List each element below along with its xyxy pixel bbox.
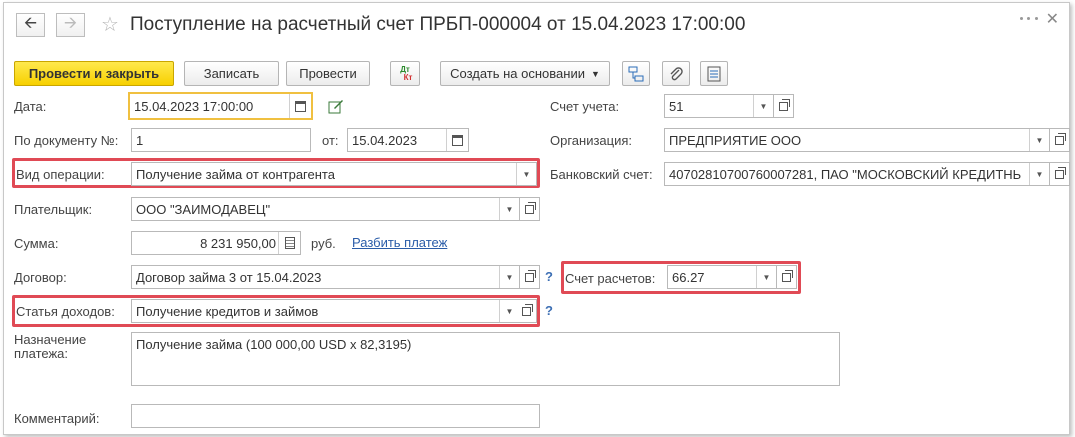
- bank-account-open-button[interactable]: [1050, 162, 1070, 186]
- date-input[interactable]: 15.04.2023 17:00:00: [128, 92, 313, 120]
- chevron-down-icon[interactable]: ▼: [499, 266, 519, 288]
- date-label: Дата:: [14, 99, 47, 114]
- chevron-down-icon[interactable]: ▼: [1029, 129, 1049, 151]
- open-icon: [779, 98, 790, 111]
- account-select[interactable]: 51 ▼: [664, 94, 774, 118]
- comment-label: Комментарий:: [14, 411, 100, 426]
- open-icon: [1055, 132, 1066, 145]
- settlement-account-open-button[interactable]: [777, 265, 797, 289]
- close-icon[interactable]: ✕: [1046, 9, 1059, 29]
- currency-label: руб.: [311, 236, 336, 251]
- purpose-textarea[interactable]: Получение займа (100 000,00 USD x 82,319…: [131, 332, 840, 386]
- account-label: Счет учета:: [550, 99, 620, 114]
- chevron-down-icon[interactable]: ▼: [499, 300, 519, 322]
- chevron-down-icon[interactable]: ▼: [499, 198, 519, 220]
- purpose-label: Назначение платежа:: [14, 332, 87, 361]
- payer-open-button[interactable]: [520, 197, 540, 221]
- calendar-icon: [295, 100, 306, 112]
- chevron-down-icon[interactable]: ▼: [756, 266, 776, 288]
- window-title: Поступление на расчетный счет ПРБП-00000…: [130, 14, 746, 35]
- bank-account-label: Банковский счет:: [550, 167, 653, 182]
- income-item-label: Статья доходов:: [16, 304, 115, 319]
- payer-label: Плательщик:: [14, 202, 93, 217]
- back-button[interactable]: 🡨: [16, 13, 45, 37]
- forward-button[interactable]: 🡪: [56, 13, 85, 37]
- amount-input[interactable]: 8 231 950,00: [131, 231, 301, 255]
- open-icon: [1055, 166, 1066, 179]
- structure-button[interactable]: [622, 61, 650, 86]
- doc-number-label: По документу №:: [14, 133, 119, 148]
- comment-input[interactable]: [131, 404, 540, 428]
- star-icon[interactable]: ☆: [101, 12, 119, 37]
- edit-number-icon[interactable]: [328, 99, 344, 115]
- calendar-button[interactable]: [289, 94, 311, 118]
- post-button[interactable]: Провести: [286, 61, 370, 86]
- report-icon: [707, 66, 721, 81]
- settlement-account-label: Счет расчетов:: [565, 271, 656, 286]
- doc-date-input[interactable]: 15.04.2023: [347, 128, 469, 152]
- split-payment-link[interactable]: Разбить платеж: [352, 235, 447, 250]
- operation-select[interactable]: Получение займа от контрагента ▼: [131, 162, 537, 186]
- arrow-right-icon: 🡪: [64, 14, 77, 32]
- account-open-button[interactable]: [774, 94, 794, 118]
- doc-date-label: от:: [322, 133, 339, 148]
- report-button[interactable]: [700, 61, 728, 86]
- calendar-button[interactable]: [446, 129, 468, 151]
- dt-kt-button[interactable]: Дт Кт: [390, 61, 420, 86]
- org-open-button[interactable]: [1050, 128, 1070, 152]
- paperclip-icon: [670, 66, 683, 80]
- chevron-down-icon[interactable]: ▼: [753, 95, 773, 117]
- payer-select[interactable]: ООО "ЗАИМОДАВЕЦ" ▼: [131, 197, 520, 221]
- open-icon: [525, 269, 536, 282]
- income-item-select[interactable]: Получение кредитов и займов ▼: [131, 299, 520, 323]
- create-based-on-button[interactable]: Создать на основании ▼: [440, 61, 610, 86]
- window-controls: ✕: [1019, 9, 1059, 29]
- attach-button[interactable]: [662, 61, 690, 86]
- open-icon: [782, 269, 793, 282]
- calculator-button[interactable]: [278, 232, 300, 254]
- more-icon[interactable]: [1019, 16, 1038, 22]
- doc-number-input[interactable]: 1: [131, 128, 311, 152]
- post-and-close-button[interactable]: Провести и закрыть: [14, 61, 174, 86]
- chevron-down-icon[interactable]: ▼: [516, 163, 536, 185]
- org-select[interactable]: ПРЕДПРИЯТИЕ ООО ▼: [664, 128, 1050, 152]
- income-item-open-button[interactable]: [517, 299, 537, 323]
- dt-kt-icon: Дт Кт: [400, 64, 413, 82]
- org-label: Организация:: [550, 133, 633, 148]
- operation-label: Вид операции:: [16, 167, 105, 182]
- bank-account-select[interactable]: 40702810700760007281, ПАО "МОСКОВСКИЙ КР…: [664, 162, 1050, 186]
- open-icon: [525, 201, 536, 214]
- amount-label: Сумма:: [14, 236, 59, 251]
- save-button[interactable]: Записать: [184, 61, 279, 86]
- structure-icon: [628, 66, 644, 81]
- contract-help-icon[interactable]: ?: [545, 269, 553, 284]
- chevron-down-icon: ▼: [590, 68, 600, 79]
- calculator-icon: [284, 237, 295, 249]
- income-item-help-icon[interactable]: ?: [545, 303, 553, 318]
- chevron-down-icon[interactable]: ▼: [1029, 163, 1049, 185]
- calendar-icon: [452, 134, 463, 146]
- contract-label: Договор:: [14, 270, 67, 285]
- contract-open-button[interactable]: [520, 265, 540, 289]
- contract-select[interactable]: Договор займа 3 от 15.04.2023 ▼: [131, 265, 520, 289]
- settlement-account-select[interactable]: 66.27 ▼: [667, 265, 777, 289]
- arrow-left-icon: 🡨: [24, 14, 37, 32]
- document-window: 🡨 🡪 ☆ Поступление на расчетный счет ПРБП…: [3, 2, 1070, 435]
- open-icon: [522, 303, 533, 316]
